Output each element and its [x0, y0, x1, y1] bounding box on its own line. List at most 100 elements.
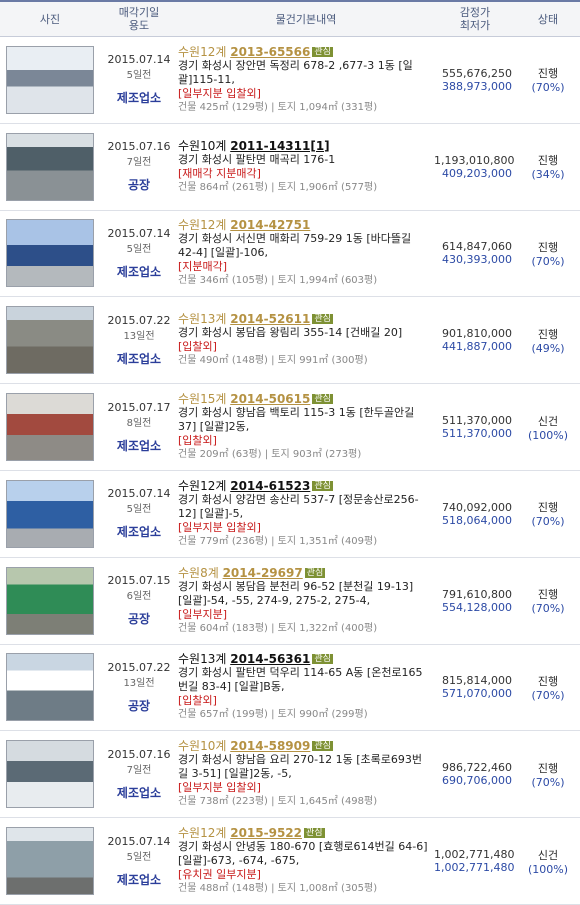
sale-date: 2015.07.15 [107, 574, 171, 588]
usage: 제조업소 [116, 785, 162, 800]
minimum-price: 571,070,000 [442, 687, 512, 701]
case-link[interactable]: 수원12계 2014-61523 관심 [178, 479, 430, 493]
case-number[interactable]: 2014-58909 [230, 739, 310, 753]
case-number[interactable]: 2013-65566 [230, 45, 310, 59]
case-link[interactable]: 수원13계 2014-52611 관심 [178, 312, 430, 326]
photo-cell[interactable] [0, 393, 100, 462]
case-number[interactable]: 2014-56361 [230, 652, 310, 666]
table-body: 2015.07.14 5일전 제조업소 수원12계 2013-65566 관심 경… [0, 37, 580, 905]
price-cell: 740,092,000 518,064,000 [434, 501, 516, 527]
minimum-price: 409,203,000 [442, 166, 512, 180]
interest-badge: 관심 [312, 654, 333, 665]
address: 경기 화성시 향남읍 요리 270-12 1동 [초록로693번길 3-51] … [178, 753, 423, 781]
case-link[interactable]: 수원10계 2011-14311[1] [178, 139, 430, 153]
status-text: 진행 [537, 501, 559, 515]
appraisal-price: 555,676,250 [442, 66, 512, 80]
table-row[interactable]: 2015.07.22 13일전 제조업소 수원13계 2014-52611 관심 … [0, 297, 580, 385]
property-photo[interactable] [6, 219, 94, 288]
special-note: [유치권 일부지분] [178, 868, 261, 882]
status-cell: 진행 (49%) [516, 326, 580, 355]
photo-cell[interactable] [0, 479, 100, 548]
case-link[interactable]: 수원12계 2013-65566 관심 [178, 45, 430, 59]
case-number[interactable]: 2014-29697 [223, 566, 303, 580]
case-link[interactable]: 수원12계 2015-9522 관심 [178, 826, 430, 840]
header-status: 상태 [537, 12, 559, 26]
days-left: 13일전 [123, 677, 155, 689]
property-photo[interactable] [6, 566, 94, 635]
property-photo[interactable] [6, 740, 94, 809]
photo-cell[interactable] [0, 306, 100, 375]
status-cell: 신건 (100%) [516, 413, 580, 442]
status-cell: 진행 (70%) [516, 499, 580, 528]
interest-badge: 관심 [304, 567, 326, 578]
status-text: 진행 [537, 240, 559, 254]
case-number[interactable]: 2014-61523 [230, 479, 310, 493]
case-number[interactable]: 2011-14311[1] [230, 139, 329, 153]
minimum-price: 518,064,000 [442, 513, 512, 527]
date-cell: 2015.07.14 5일전 제조업소 [100, 835, 178, 888]
case-number[interactable]: 2014-52611 [230, 312, 310, 326]
case-link[interactable]: 수원12계 2014-42751 [178, 218, 430, 232]
table-row[interactable]: 2015.07.16 7일전 제조업소 수원10계 2014-58909 관심 경… [0, 731, 580, 819]
property-photo[interactable] [6, 45, 94, 114]
table-row[interactable]: 2015.07.14 5일전 제조업소 수원12계 2013-65566 관심 경… [0, 37, 580, 124]
date-cell: 2015.07.14 5일전 제조업소 [100, 227, 178, 280]
property-photo[interactable] [6, 132, 94, 201]
case-link[interactable]: 수원15계 2014-50615 관심 [178, 392, 430, 406]
table-row[interactable]: 2015.07.14 5일전 제조업소 수원12계 2014-61523 관심 경… [0, 471, 580, 558]
photo-cell[interactable] [0, 566, 100, 635]
table-row[interactable]: 2015.07.17 8일전 제조업소 수원15계 2014-50615 관심 경… [0, 384, 580, 471]
court-name: 수원15계 [178, 392, 231, 407]
property-photo[interactable] [6, 653, 94, 722]
court-name: 수원12계 [178, 218, 231, 233]
photo-cell[interactable] [0, 132, 100, 201]
sale-date: 2015.07.17 [107, 400, 171, 414]
sale-date: 2015.07.14 [107, 226, 171, 240]
header-info: 물건기본내역 [275, 12, 337, 26]
property-photo[interactable] [6, 306, 94, 375]
case-number[interactable]: 2014-42751 [230, 218, 310, 232]
table-row[interactable]: 2015.07.15 6일전 공장 수원8계 2014-29697 관심 경기 화… [0, 558, 580, 645]
status-text: 진행 [537, 327, 559, 341]
date-cell: 2015.07.16 7일전 제조업소 [100, 748, 178, 801]
table-row[interactable]: 2015.07.16 7일전 공장 수원10계 2011-14311[1] 경기… [0, 124, 580, 211]
case-number[interactable]: 2014-50615 [230, 392, 310, 406]
court-name: 수원12계 [178, 478, 231, 493]
min-percent: (34%) [531, 168, 565, 182]
interest-badge: 관심 [312, 741, 333, 752]
status-cell: 진행 (70%) [516, 65, 580, 94]
court-name: 수원10계 [178, 138, 231, 153]
usage: 제조업소 [116, 351, 162, 366]
info-cell: 수원12계 2014-61523 관심 경기 화성시 양감면 송산리 537-7 … [178, 479, 434, 549]
property-photo[interactable] [6, 393, 94, 462]
min-percent: (70%) [531, 515, 565, 529]
table-row[interactable]: 2015.07.14 5일전 제조업소 수원12계 2015-9522 관심 경기… [0, 818, 580, 905]
case-link[interactable]: 수원13계 2014-56361 관심 [178, 652, 430, 666]
photo-cell[interactable] [0, 827, 100, 896]
address: 경기 화성시 봉담읍 분천리 96-52 [분천길 19-13] [일괄]-54… [178, 579, 414, 607]
minimum-price: 690,706,000 [442, 774, 512, 788]
address: 경기 화성시 장안면 독정리 678-2 ,677-3 1동 [일괄]115-1… [178, 58, 413, 86]
case-link[interactable]: 수원10계 2014-58909 관심 [178, 739, 430, 753]
appraisal-price: 1,002,771,480 [434, 848, 515, 862]
sale-date: 2015.07.16 [107, 747, 171, 761]
photo-cell[interactable] [0, 653, 100, 722]
status-cell: 진행 (70%) [516, 586, 580, 615]
special-note: [일부지분 입찰외] [178, 520, 261, 534]
interest-badge: 관심 [312, 314, 333, 325]
header-usage-label: 용도 [128, 19, 150, 32]
property-photo[interactable] [6, 827, 94, 896]
usage: 제조업소 [116, 91, 162, 106]
case-number[interactable]: 2015-9522 [230, 826, 302, 840]
photo-cell[interactable] [0, 219, 100, 288]
property-photo[interactable] [6, 479, 94, 548]
table-row[interactable]: 2015.07.22 13일전 공장 수원13계 2014-56361 관심 경기… [0, 645, 580, 732]
case-link[interactable]: 수원8계 2014-29697 관심 [178, 566, 430, 580]
appraisal-price: 740,092,000 [442, 500, 512, 514]
photo-cell[interactable] [0, 45, 100, 114]
appraisal-price: 901,810,000 [442, 327, 512, 341]
photo-cell[interactable] [0, 740, 100, 809]
court-name: 수원12계 [178, 44, 231, 59]
info-cell: 수원10계 2011-14311[1] 경기 화성시 팔탄면 매곡리 176-1… [178, 139, 434, 195]
table-row[interactable]: 2015.07.14 5일전 제조업소 수원12계 2014-42751 경기 … [0, 211, 580, 298]
